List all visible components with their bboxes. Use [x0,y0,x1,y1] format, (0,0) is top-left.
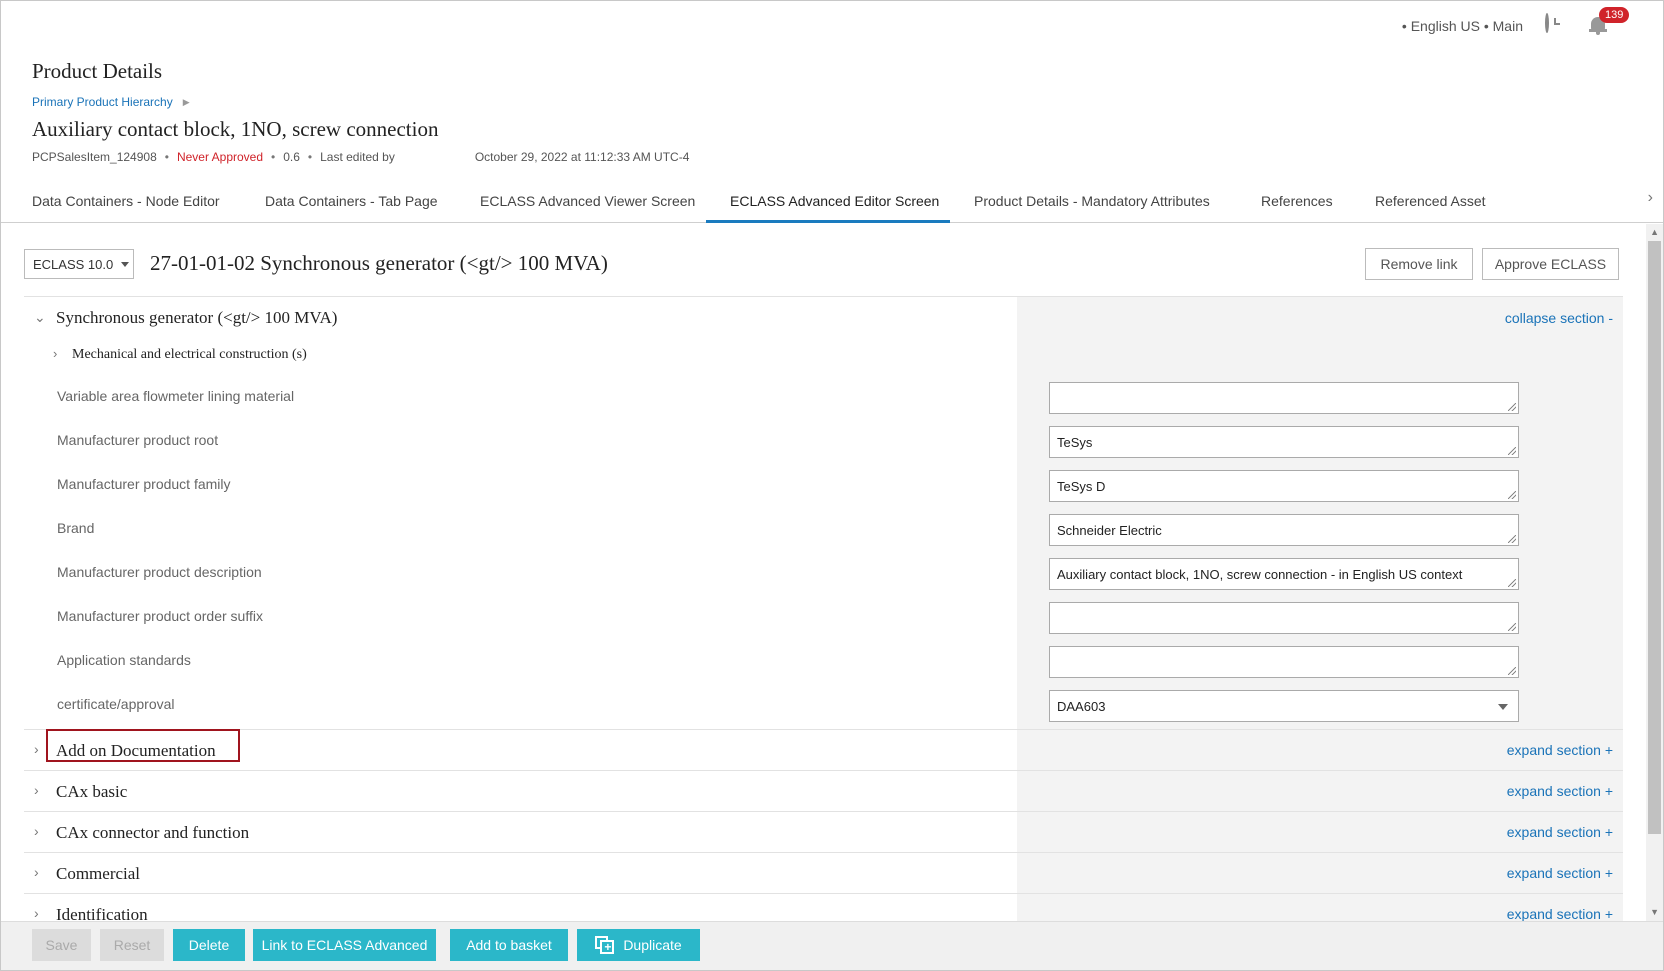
section-title[interactable]: CAx connector and function [56,823,249,843]
add-to-basket-button[interactable]: Add to basket [450,929,568,961]
chevron-right-icon[interactable]: › [53,346,57,361]
chevron-right-icon[interactable]: › [34,782,39,798]
tab-referenced-asset[interactable]: Referenced Asset [1375,193,1486,221]
breadcrumb-arrow-icon: ▶ [182,96,190,107]
delete-button[interactable]: Delete [173,929,245,961]
attr-label: Brand [57,520,95,536]
expand-section-link[interactable]: expand section + [1507,742,1613,758]
section-title[interactable]: Commercial [56,864,140,884]
tab-tab-page[interactable]: Data Containers - Tab Page [265,193,438,221]
attr-label: Application standards [57,652,191,668]
section-add-on-documentation: › Add on Documentation expand section + [24,729,1623,770]
section-cax-basic: › CAx basic expand section + [24,770,1623,811]
expand-section-link[interactable]: expand section + [1507,865,1613,881]
section-title[interactable]: Synchronous generator (<gt/> 100 MVA) [56,308,337,328]
context-selector[interactable]: • English US • Main [1402,18,1523,34]
tab-references[interactable]: References [1261,193,1333,221]
history-button[interactable] [1545,13,1567,37]
attr-label: Manufacturer product order suffix [57,608,263,624]
link-eclass-button[interactable]: Link to ECLASS Advanced [253,929,436,961]
attr-field-product-root[interactable]: TeSys [1049,426,1519,458]
caret-down-icon [1498,704,1508,710]
tab-bar: Data Containers - Node Editor Data Conta… [1,185,1663,223]
section-cax-connector: › CAx connector and function expand sect… [24,811,1623,852]
history-icon [1545,13,1549,33]
top-bar: • English US • Main 139 [1402,7,1630,37]
chevron-right-icon[interactable]: › [34,741,39,757]
reset-button[interactable]: Reset [100,929,164,961]
section-commercial: › Commercial expand section + [24,852,1623,893]
duplicate-label: Duplicate [623,937,682,953]
notification-badge: 139 [1599,7,1630,23]
attr-field-product-family[interactable]: TeSys D [1049,470,1519,502]
last-edited-label: Last edited by [320,150,395,164]
breadcrumb: Primary Product Hierarchy ▶ [32,95,190,109]
tab-node-editor[interactable]: Data Containers - Node Editor [32,193,220,221]
section-identification: › Identification expand section + [24,893,1623,924]
attr-field-lining-material[interactable] [1049,382,1519,414]
attr-label: Variable area flowmeter lining material [57,388,295,404]
scroll-up-icon[interactable]: ▲ [1650,227,1659,237]
tab-eclass-viewer[interactable]: ECLASS Advanced Viewer Screen [480,193,695,221]
duplicate-icon: + [595,936,615,954]
duplicate-button[interactable]: + Duplicate [577,929,700,961]
page-title: Product Details [32,59,163,83]
chevron-down-icon[interactable]: ⌄ [34,309,46,326]
remove-link-button[interactable]: Remove link [1365,248,1473,280]
chevron-right-icon[interactable]: › [34,823,39,839]
subsection-title[interactable]: Mechanical and electrical construction (… [72,347,307,363]
approval-status: Never Approved [176,150,264,164]
tab-mandatory-attributes[interactable]: Product Details - Mandatory Attributes [974,193,1210,221]
attr-label: Manufacturer product family [57,476,231,492]
attr-label: certificate/approval [57,696,175,712]
attr-field-order-suffix[interactable] [1049,602,1519,634]
version: 0.6 [283,150,300,164]
bottom-toolbar [1,921,1663,970]
product-meta: PCPSalesItem_124908 • Never Approved • 0… [32,150,690,164]
product-id: PCPSalesItem_124908 [32,150,157,164]
caret-down-icon [121,261,130,267]
scrollbar-thumb[interactable] [1648,241,1661,834]
attr-label: Manufacturer product description [57,564,262,580]
expand-section-link[interactable]: expand section + [1507,783,1613,799]
last-edited-date: October 29, 2022 at 11:12:33 AM UTC-4 [474,150,690,164]
approve-eclass-button[interactable]: Approve ECLASS [1482,248,1619,280]
tab-eclass-editor[interactable]: ECLASS Advanced Editor Screen [730,193,939,221]
chevron-right-icon[interactable]: › [34,905,39,921]
eclass-version-select[interactable]: ECLASS 10.0 [24,249,134,279]
expand-section-link[interactable]: expand section + [1507,824,1613,840]
eclass-version-value: ECLASS 10.0 [33,256,114,272]
breadcrumb-link[interactable]: Primary Product Hierarchy [32,95,173,109]
expand-section-link[interactable]: expand section + [1507,906,1613,922]
class-title: 27-01-01-02 Synchronous generator (<gt/>… [150,251,608,275]
section-title[interactable]: CAx basic [56,782,127,802]
attr-select-certificate[interactable]: DAA603 [1049,690,1519,722]
scroll-down-icon[interactable]: ▼ [1650,907,1659,917]
chevron-right-icon[interactable]: › [34,864,39,880]
highlight-box [46,729,240,762]
app-window: • English US • Main 139 Product Details … [0,0,1664,971]
notifications-button[interactable]: 139 [1589,7,1630,37]
attr-field-brand[interactable]: Schneider Electric [1049,514,1519,546]
attr-label: Manufacturer product root [57,432,219,448]
chevron-right-icon[interactable]: › [1648,189,1653,207]
save-button[interactable]: Save [32,929,91,961]
attr-field-product-description[interactable]: Auxiliary contact block, 1NO, screw conn… [1049,558,1519,590]
collapse-section-link[interactable]: collapse section - [1505,310,1613,326]
product-name: Auxiliary contact block, 1NO, screw conn… [32,117,439,141]
active-tab-indicator [706,220,950,223]
attr-field-application-standards[interactable] [1049,646,1519,678]
